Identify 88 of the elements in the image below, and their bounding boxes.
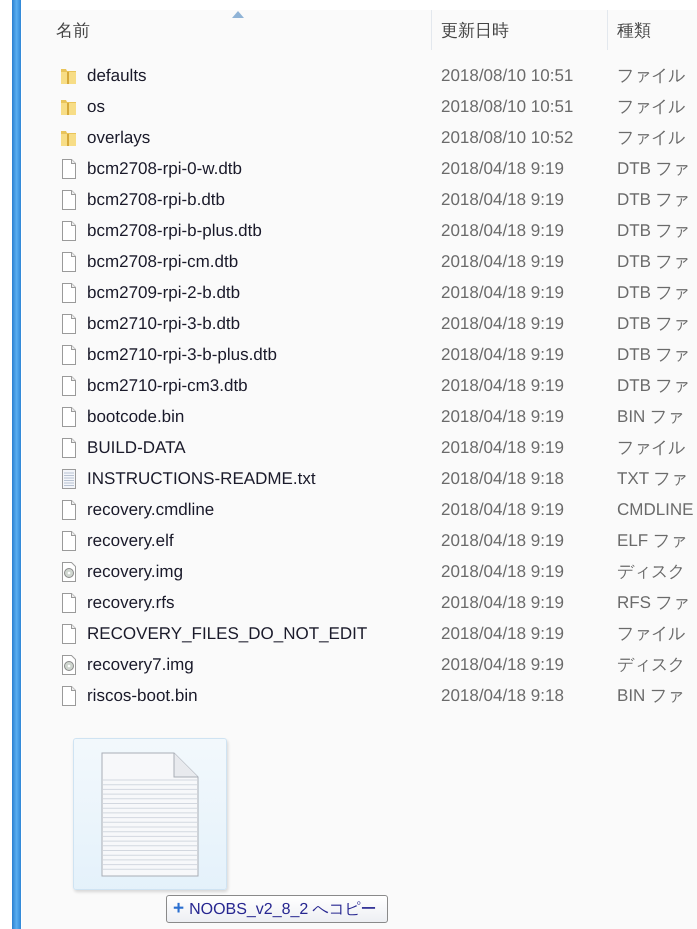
- file-name[interactable]: recovery7.img: [87, 654, 194, 674]
- file-icon: [59, 344, 79, 366]
- file-icon: [59, 312, 79, 334]
- column-header[interactable]: 名前: [22, 10, 432, 50]
- file-type: ファイル: [617, 438, 685, 457]
- file-name[interactable]: bcm2708-rpi-cm.dtb: [87, 252, 238, 272]
- file-icon: [59, 406, 79, 428]
- file-type: DTB ファ: [617, 314, 690, 333]
- modified-date: 2018/04/18 9:19: [441, 190, 564, 208]
- file-name[interactable]: bcm2708-rpi-0-w.dtb: [87, 158, 242, 178]
- file-name[interactable]: os: [87, 96, 105, 116]
- file-type: ディスク: [617, 655, 685, 674]
- file-type: ファイル: [617, 97, 685, 116]
- file-icon: [59, 158, 79, 180]
- modified-date: 2018/08/10 10:51: [441, 66, 574, 84]
- file-icon: [59, 684, 79, 706]
- modified-date: 2018/04/18 9:19: [441, 500, 564, 518]
- file-name[interactable]: recovery.img: [87, 562, 184, 582]
- file-name[interactable]: defaults: [87, 66, 147, 86]
- file-icon: [59, 530, 79, 552]
- modified-date: 2018/04/18 9:18: [441, 686, 564, 704]
- file-name[interactable]: INSTRUCTIONS-README.txt: [87, 468, 316, 488]
- file-name[interactable]: bcm2710-rpi-3-b-plus.dtb: [87, 344, 277, 364]
- file-name[interactable]: recovery.elf: [87, 530, 174, 550]
- file-name[interactable]: bootcode.bin: [87, 406, 184, 426]
- file-type: BIN ファ: [617, 686, 684, 705]
- modified-date: 2018/04/18 9:19: [441, 220, 564, 240]
- modified-date: 2018/08/10 10:52: [441, 128, 574, 146]
- file-name[interactable]: bcm2710-rpi-cm3.dtb: [87, 376, 248, 396]
- file-type: BIN ファ: [617, 407, 684, 426]
- modified-date: 2018/04/18 9:19: [441, 592, 564, 612]
- file-icon: [59, 436, 79, 458]
- modified-date: 2018/04/18 9:19: [441, 406, 564, 426]
- file-icon: [59, 220, 79, 242]
- file-name[interactable]: bcm2710-rpi-3-b.dtb: [87, 314, 240, 334]
- modified-date: 2018/04/18 9:18: [441, 468, 564, 488]
- copy-label: NOOBS_v2_8_2 へコピー: [189, 900, 377, 920]
- file-type: ELF ファ: [617, 531, 687, 550]
- modified-date: 2018/04/18 9:19: [441, 562, 564, 580]
- modified-date: 2018/04/18 9:19: [441, 376, 564, 394]
- file-icon: [59, 374, 79, 396]
- file-name[interactable]: recovery.rfs: [87, 592, 175, 612]
- modified-date: 2018/04/18 9:19: [441, 344, 564, 364]
- file-type: RFS ファ: [617, 593, 690, 612]
- file-name[interactable]: bcm2708-rpi-b.dtb: [87, 190, 225, 210]
- file-type: ディスク: [617, 562, 685, 581]
- modified-date: 2018/04/18 9:19: [441, 530, 564, 550]
- column-header[interactable]: 種類: [608, 10, 697, 50]
- file-name[interactable]: RECOVERY_FILES_DO_NOT_EDIT: [87, 624, 368, 644]
- file-type: TXT ファ: [617, 469, 688, 488]
- file-icon: [59, 250, 79, 272]
- modified-date: 2018/04/18 9:19: [441, 654, 564, 674]
- file-name[interactable]: recovery.cmdline: [87, 500, 214, 520]
- file-icon: [59, 188, 79, 210]
- sort-arrow-icon: [232, 11, 244, 18]
- file-icon: [59, 622, 79, 644]
- modified-date: 2018/04/18 9:19: [441, 252, 564, 270]
- file-icon: [59, 498, 79, 520]
- file-type: DTB ファ: [617, 345, 690, 364]
- disc-file-icon: [59, 560, 79, 582]
- modified-date: 2018/04/18 9:19: [441, 624, 564, 642]
- modified-date: 2018/04/18 9:19: [441, 314, 564, 332]
- file-name[interactable]: riscos-boot.bin: [87, 686, 198, 706]
- file-type: DTB ファ: [617, 376, 690, 395]
- file-type: ファイル: [617, 128, 685, 147]
- file-name[interactable]: bcm2709-rpi-2-b.dtb: [87, 282, 240, 302]
- file-type: DTB ファ: [617, 190, 690, 209]
- modified-date: 2018/04/18 9:19: [441, 282, 564, 302]
- modified-date: 2018/08/10 10:51: [441, 96, 574, 116]
- disc-file-icon: [59, 654, 79, 676]
- file-type: DTB ファ: [617, 221, 690, 240]
- file-type: ファイル: [617, 624, 685, 643]
- file-icon: [59, 592, 79, 614]
- file-name[interactable]: overlays: [87, 128, 150, 148]
- file-type: CMDLINE: [617, 500, 694, 518]
- file-type: ファイル: [617, 66, 685, 85]
- plus-icon: +: [173, 898, 184, 920]
- file-type: DTB ファ: [617, 283, 690, 302]
- text-file-icon: [59, 468, 79, 490]
- file-icon: [59, 282, 79, 304]
- modified-date: 2018/04/18 9:19: [441, 158, 564, 178]
- modified-date: 2018/04/18 9:19: [441, 438, 564, 456]
- file-name[interactable]: BUILD-DATA: [87, 438, 186, 458]
- file-type: DTB ファ: [617, 159, 690, 178]
- file-name[interactable]: bcm2708-rpi-b-plus.dtb: [87, 220, 262, 240]
- document-icon: [101, 752, 199, 876]
- file-type: DTB ファ: [617, 252, 690, 271]
- column-header[interactable]: 更新日時: [432, 10, 608, 50]
